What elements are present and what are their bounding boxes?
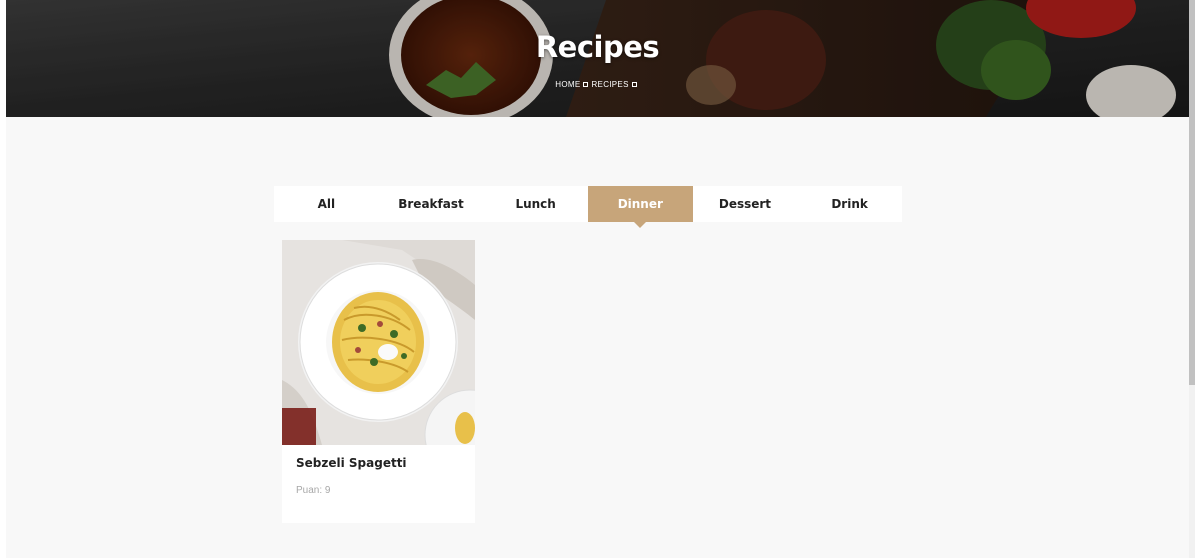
- spaghetti-photo: [282, 240, 475, 445]
- tab-dinner[interactable]: Dinner: [587, 186, 693, 228]
- recipe-title[interactable]: Sebzeli Spagetti: [296, 456, 407, 470]
- breadcrumb-separator-icon: [631, 82, 637, 88]
- category-tabs: All Breakfast Lunch Dinner Dessert Drink: [274, 186, 902, 228]
- tab-lunch[interactable]: Lunch: [483, 186, 588, 222]
- recipe-card[interactable]: Sebzeli Spagetti Puan: 9: [282, 240, 475, 523]
- tab-all[interactable]: All: [274, 186, 379, 222]
- breadcrumb: HOME RECIPES: [6, 80, 1189, 89]
- vertical-scrollbar[interactable]: [1189, 0, 1195, 558]
- page-title: Recipes: [535, 30, 660, 64]
- breadcrumb-home[interactable]: HOME: [555, 80, 580, 89]
- recipe-score: Puan: 9: [296, 485, 331, 496]
- recipe-image[interactable]: [282, 240, 475, 445]
- scrollbar-thumb[interactable]: [1189, 0, 1195, 385]
- recipes-section: All Breakfast Lunch Dinner Dessert Drink: [6, 117, 1189, 558]
- hero-banner: Recipes HOME RECIPES: [6, 0, 1189, 117]
- breadcrumb-separator-icon: [583, 82, 589, 88]
- tab-breakfast[interactable]: Breakfast: [379, 186, 484, 222]
- page: Recipes HOME RECIPES All Breakfast Lunch …: [0, 0, 1195, 558]
- tab-dessert[interactable]: Dessert: [693, 186, 798, 222]
- breadcrumb-current: RECIPES: [591, 80, 629, 89]
- tab-drink[interactable]: Drink: [797, 186, 902, 222]
